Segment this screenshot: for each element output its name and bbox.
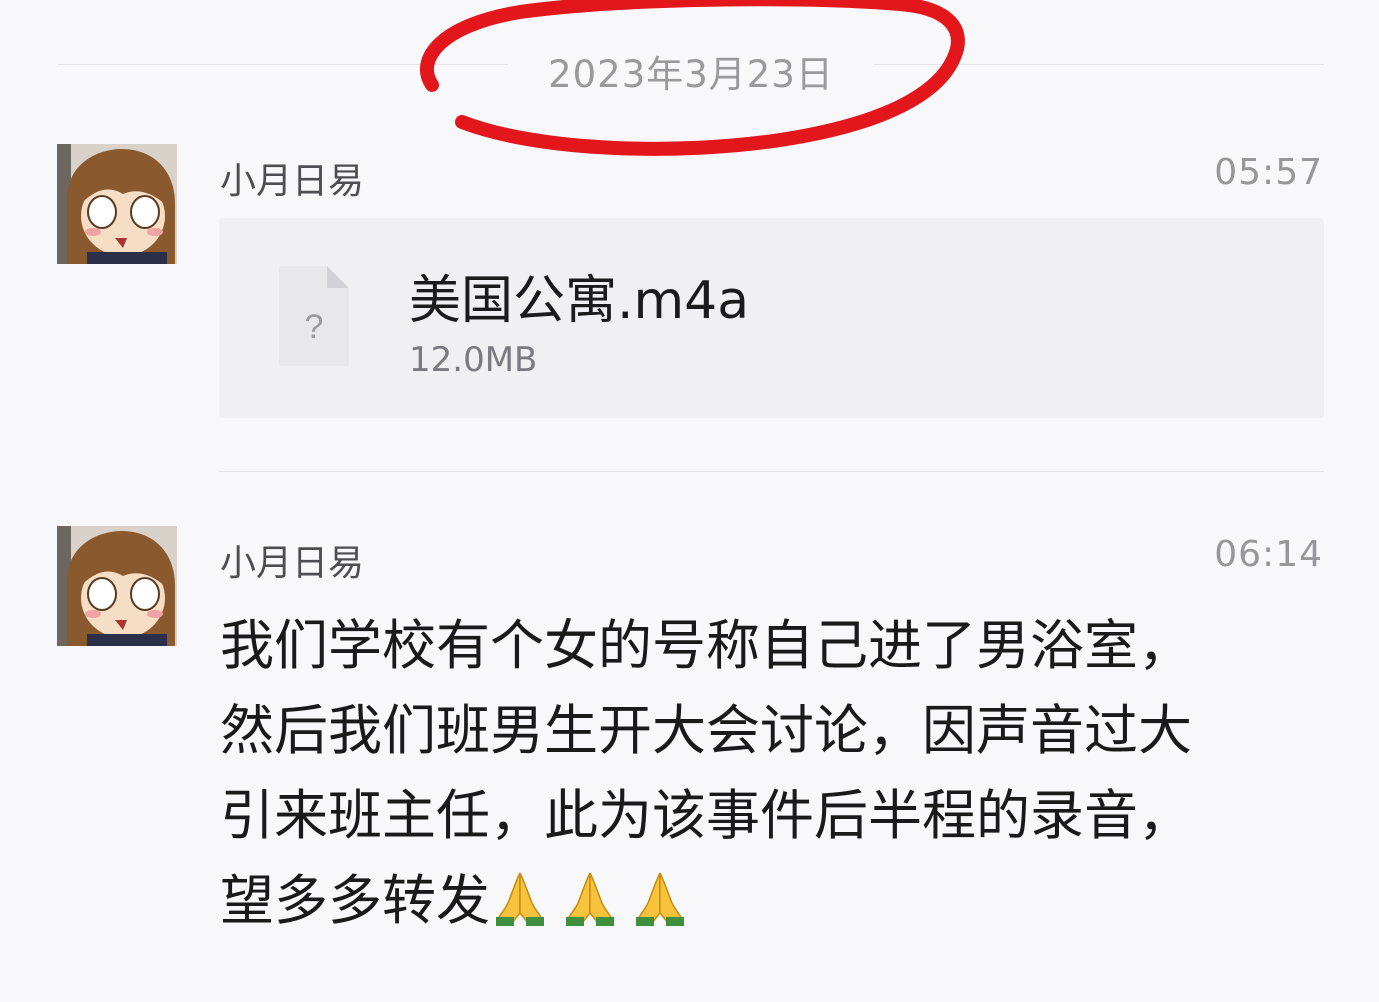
message-body[interactable]: 我们学校有个女的号称自己进了男浴室， 然后我们班男生开大会讨论，因声音过大 引来…: [220, 603, 1330, 943]
chat-page: 2023年3月23日 小月日易 05:57 ? 美国公寓.m4a 12.0MB …: [0, 0, 1379, 1002]
file-icon-glyph: ?: [305, 308, 324, 346]
message-line: 然后我们班男生开大会讨论，因声音过大: [220, 699, 1192, 762]
folded-hands-emoji-icon: [566, 872, 614, 926]
date-separator: 2023年3月23日: [58, 40, 1324, 96]
message-line-text: 望多多转发: [220, 869, 490, 932]
folded-hands-emoji-icon: [496, 872, 544, 926]
avatar[interactable]: [57, 144, 177, 264]
avatar-anime-girl-icon: [57, 144, 177, 264]
message-line: 我们学校有个女的号称自己进了男浴室，: [220, 614, 1192, 677]
message-line-last: 望多多转发: [220, 858, 1330, 943]
message-line: 引来班主任，此为该事件后半程的录音，: [220, 784, 1192, 847]
file-name: 美国公寓.m4a: [409, 271, 750, 331]
file-size: 12.0MB: [409, 340, 538, 380]
avatar[interactable]: [57, 526, 177, 646]
avatar-anime-girl-icon: [57, 526, 177, 646]
date-label: 2023年3月23日: [548, 53, 834, 96]
message-time: 06:14: [1214, 534, 1323, 575]
message-time: 05:57: [1214, 152, 1323, 193]
sender-name: 小月日易: [220, 161, 365, 202]
file-attachment-card[interactable]: ? 美国公寓.m4a 12.0MB: [219, 218, 1324, 418]
sender-name: 小月日易: [220, 543, 365, 584]
unknown-file-icon: ?: [279, 266, 349, 366]
message-divider: [219, 471, 1324, 472]
folded-hands-emoji-icon: [636, 872, 684, 926]
